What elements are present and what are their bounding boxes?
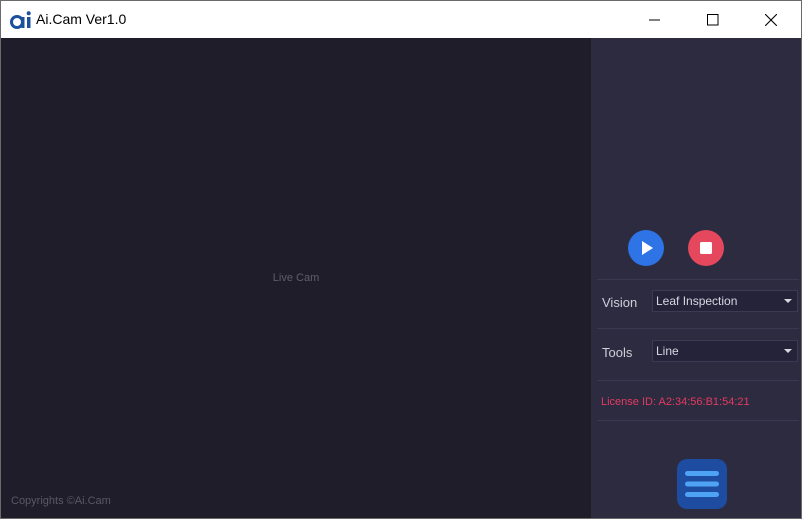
menu-button[interactable] <box>677 459 727 509</box>
vision-label: Vision <box>602 295 638 310</box>
divider <box>597 380 799 381</box>
tools-selected-value: Line <box>656 344 679 358</box>
ai-logo-icon <box>10 11 31 29</box>
live-camera-view[interactable]: Live Cam Copyrights ©Ai.Cam <box>1 38 591 518</box>
app-window: Ai.Cam Ver1.0 Live Cam Copyrights ©Ai.Ca… <box>0 0 802 519</box>
close-icon <box>765 13 777 26</box>
play-icon <box>642 241 653 255</box>
chevron-down-icon <box>784 299 792 303</box>
divider <box>597 420 799 421</box>
chevron-down-icon <box>784 349 792 353</box>
control-panel: Vision Leaf Inspection Tools Line Licens… <box>591 38 801 518</box>
tools-label: Tools <box>602 345 633 360</box>
divider <box>597 279 799 280</box>
maximize-icon <box>707 13 719 25</box>
maximize-button[interactable] <box>684 1 742 38</box>
divider <box>597 328 799 329</box>
close-button[interactable] <box>742 1 800 38</box>
vision-select[interactable]: Leaf Inspection <box>652 290 798 312</box>
stop-icon <box>700 242 712 254</box>
license-id-text: License ID: A2:34:56:B1:54:21 <box>601 396 750 408</box>
vision-selected-value: Leaf Inspection <box>656 294 738 308</box>
stop-button[interactable] <box>688 230 724 266</box>
minimize-button[interactable] <box>626 1 684 38</box>
play-button[interactable] <box>628 230 664 266</box>
live-cam-label: Live Cam <box>272 272 320 284</box>
copyright-text: Copyrights ©Ai.Cam <box>11 495 111 507</box>
window-title: Ai.Cam Ver1.0 <box>36 11 127 27</box>
minimize-icon <box>649 19 660 20</box>
hamburger-menu-icon <box>685 471 719 497</box>
tools-select[interactable]: Line <box>652 340 798 362</box>
title-bar[interactable]: Ai.Cam Ver1.0 <box>1 1 801 38</box>
